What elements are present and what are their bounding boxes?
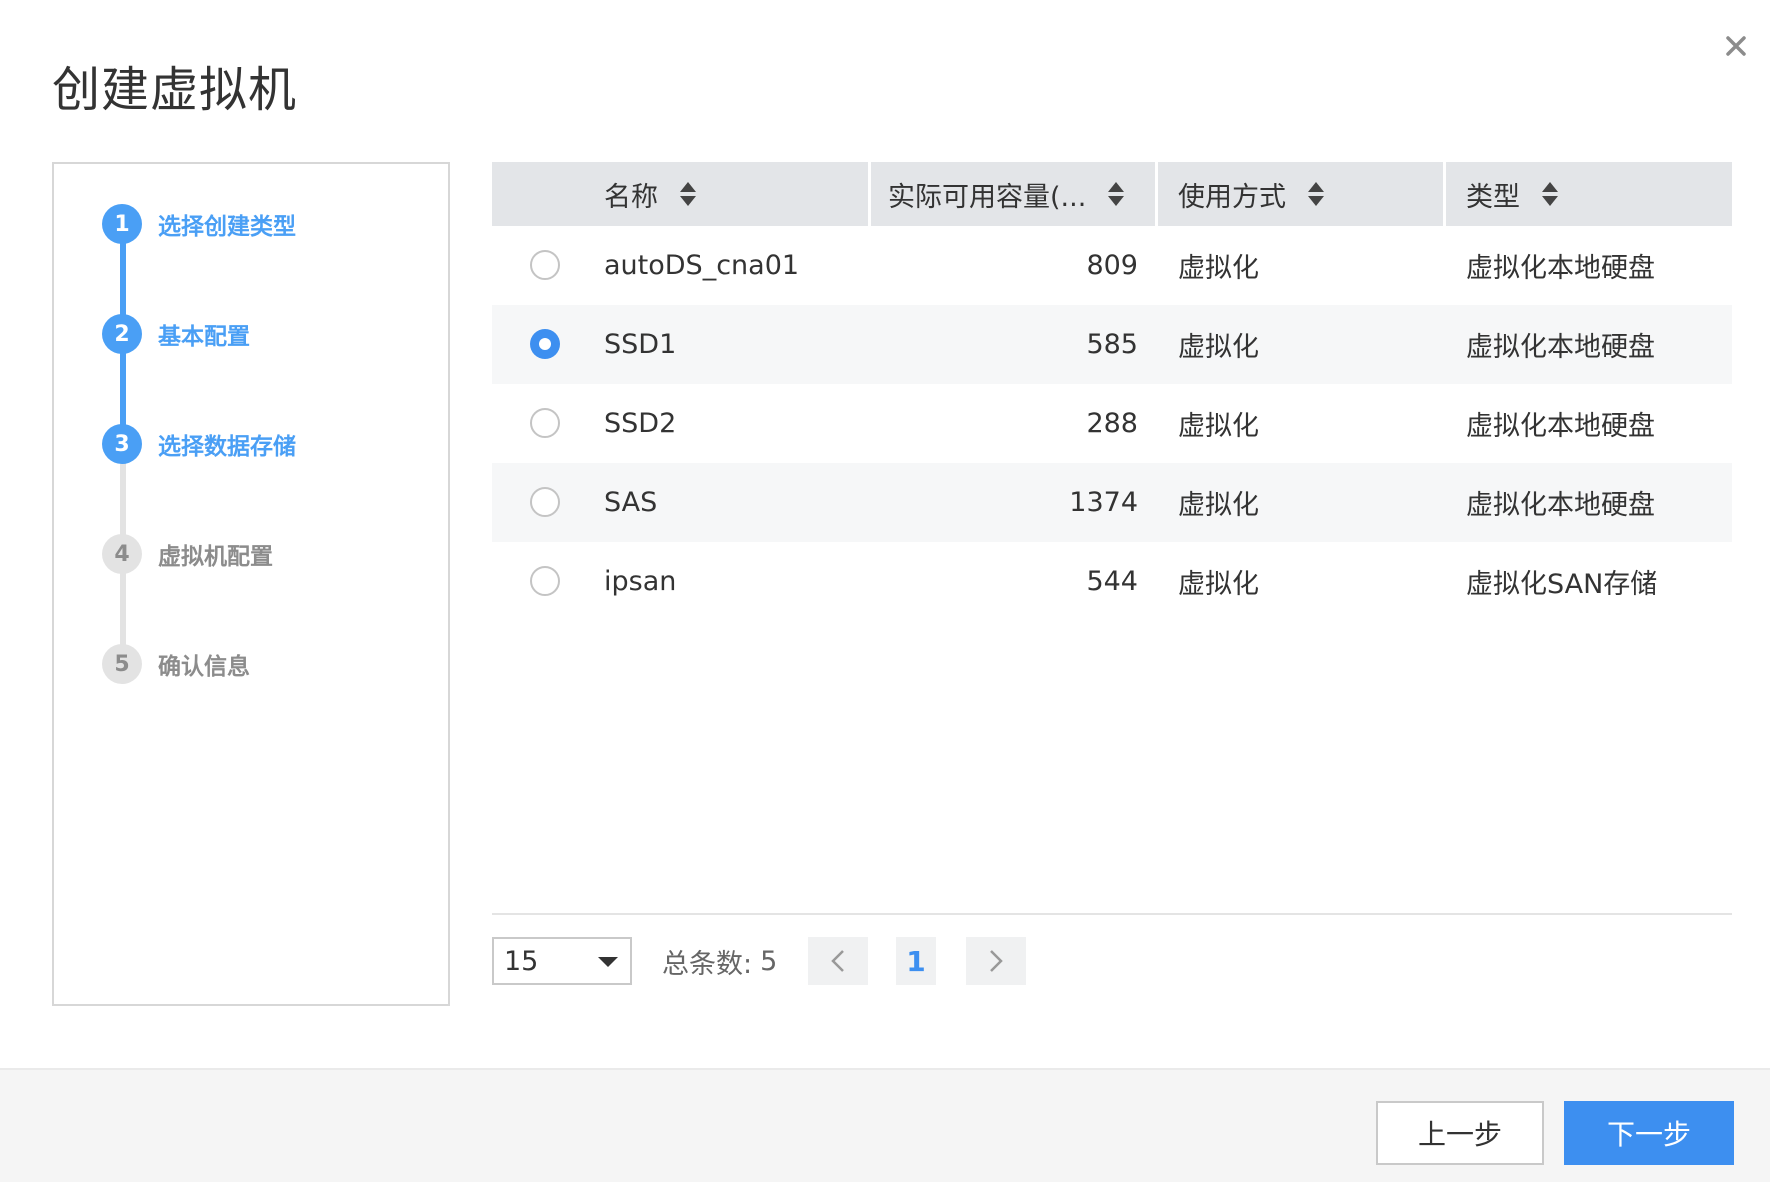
step-basic-config: 2 基本配置 xyxy=(102,314,250,354)
sort-icon[interactable] xyxy=(1542,182,1558,206)
row-radio[interactable] xyxy=(530,408,560,438)
table-row[interactable]: autoDS_cna01 809 虚拟化 虚拟化本地硬盘 xyxy=(492,226,1732,305)
step-number: 2 xyxy=(102,314,142,354)
cell-type: 虚拟化本地硬盘 xyxy=(1466,490,1655,521)
close-icon xyxy=(1726,36,1746,56)
sort-icon[interactable] xyxy=(680,182,696,206)
column-header-name[interactable]: 名称 xyxy=(604,162,696,226)
pagination: 15 总条数: 5 1 xyxy=(492,937,1192,985)
step-confirm-info: 5 确认信息 xyxy=(102,644,250,684)
row-radio[interactable] xyxy=(530,566,560,596)
row-radio-selected[interactable] xyxy=(530,329,560,359)
table-row[interactable]: SSD1 585 虚拟化 虚拟化本地硬盘 xyxy=(492,305,1732,384)
column-header-label: 使用方式 xyxy=(1178,181,1286,213)
cell-type: 虚拟化本地硬盘 xyxy=(1466,253,1655,284)
close-button[interactable] xyxy=(1718,28,1754,64)
cell-name: autoDS_cna01 xyxy=(604,250,800,281)
table-footer-divider xyxy=(492,913,1732,915)
chevron-left-icon xyxy=(831,950,844,972)
step-label: 确认信息 xyxy=(158,654,250,680)
step-label: 基本配置 xyxy=(158,324,250,350)
total-value: 5 xyxy=(760,945,778,977)
total-label: 总条数: xyxy=(662,948,753,980)
step-vm-config: 4 虚拟机配置 xyxy=(102,534,273,574)
column-divider xyxy=(1155,162,1158,226)
sort-icon[interactable] xyxy=(1108,182,1125,206)
cell-name: SAS xyxy=(604,487,658,518)
sort-icon[interactable] xyxy=(1308,182,1324,206)
cell-usage: 虚拟化 xyxy=(1178,411,1259,442)
wizard-steps-panel: 1 选择创建类型 2 基本配置 3 选择数据存储 4 虚拟机配置 5 确认信息 xyxy=(52,162,450,1006)
step-number: 1 xyxy=(102,204,142,244)
column-header-label: 名称 xyxy=(604,181,658,213)
column-divider xyxy=(868,162,871,226)
previous-step-button[interactable]: 上一步 xyxy=(1376,1101,1544,1165)
chevron-down-icon xyxy=(598,957,618,967)
step-label: 虚拟机配置 xyxy=(158,544,273,570)
cell-usage: 虚拟化 xyxy=(1178,569,1259,600)
column-header-capacity[interactable]: 实际可用容量(... xyxy=(888,162,1125,226)
step-select-datastore: 3 选择数据存储 xyxy=(102,424,296,464)
column-header-label: 类型 xyxy=(1466,181,1520,213)
create-vm-dialog: 创建虚拟机 1 选择创建类型 2 基本配置 3 选择数据存储 4 虚拟机配置 5… xyxy=(0,0,1770,1182)
page-size-value: 15 xyxy=(504,945,539,977)
cell-capacity: 288 xyxy=(1086,408,1138,439)
dialog-title: 创建虚拟机 xyxy=(52,62,298,118)
table-row[interactable]: SAS 1374 虚拟化 虚拟化本地硬盘 xyxy=(492,463,1732,542)
page-size-select[interactable]: 15 xyxy=(492,937,632,985)
dialog-footer: 上一步 下一步 xyxy=(0,1068,1770,1182)
cell-usage: 虚拟化 xyxy=(1178,253,1259,284)
chevron-right-icon xyxy=(990,950,1003,972)
cell-type: 虚拟化SAN存储 xyxy=(1466,569,1658,600)
total-count: 总条数: 5 xyxy=(662,937,777,985)
next-page-button[interactable] xyxy=(966,937,1026,985)
row-radio[interactable] xyxy=(530,487,560,517)
cell-usage: 虚拟化 xyxy=(1178,490,1259,521)
step-select-create-type: 1 选择创建类型 xyxy=(102,204,296,244)
current-page-button[interactable]: 1 xyxy=(896,937,936,985)
step-label: 选择创建类型 xyxy=(158,214,296,240)
column-header-usage[interactable]: 使用方式 xyxy=(1178,162,1324,226)
cell-capacity: 585 xyxy=(1086,329,1138,360)
datastore-table: 名称 实际可用容量(... 使用方式 类型 autoDS_cna01 809 虚… xyxy=(492,162,1732,621)
column-header-type[interactable]: 类型 xyxy=(1466,162,1558,226)
column-header-label: 实际可用容量(... xyxy=(888,181,1087,213)
table-row[interactable]: SSD2 288 虚拟化 虚拟化本地硬盘 xyxy=(492,384,1732,463)
table-header: 名称 实际可用容量(... 使用方式 类型 xyxy=(492,162,1732,226)
cell-type: 虚拟化本地硬盘 xyxy=(1466,332,1655,363)
step-number: 3 xyxy=(102,424,142,464)
cell-type: 虚拟化本地硬盘 xyxy=(1466,411,1655,442)
next-step-button[interactable]: 下一步 xyxy=(1564,1101,1734,1165)
cell-capacity: 544 xyxy=(1086,566,1138,597)
step-label: 选择数据存储 xyxy=(158,434,296,460)
step-number: 5 xyxy=(102,644,142,684)
row-radio[interactable] xyxy=(530,250,560,280)
cell-name: SSD2 xyxy=(604,408,677,439)
cell-name: ipsan xyxy=(604,566,677,597)
table-row[interactable]: ipsan 544 虚拟化 虚拟化SAN存储 xyxy=(492,542,1732,621)
step-number: 4 xyxy=(102,534,142,574)
cell-capacity: 809 xyxy=(1086,250,1138,281)
prev-page-button[interactable] xyxy=(808,937,868,985)
cell-name: SSD1 xyxy=(604,329,677,360)
cell-usage: 虚拟化 xyxy=(1178,332,1259,363)
column-divider xyxy=(1443,162,1446,226)
cell-capacity: 1374 xyxy=(1069,487,1138,518)
